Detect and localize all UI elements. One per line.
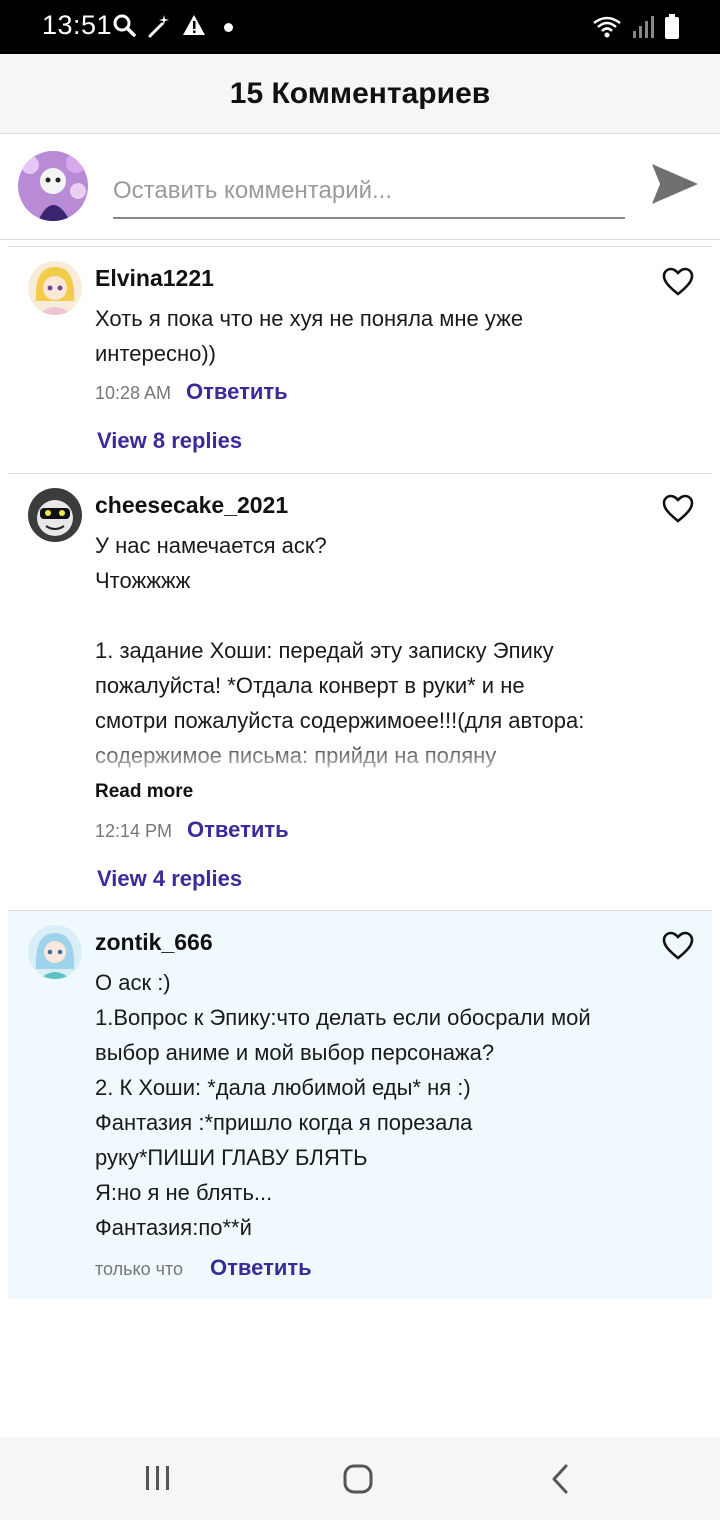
heart-icon[interactable] <box>662 931 694 965</box>
reply-button[interactable]: Ответить <box>186 379 288 405</box>
current-user-avatar <box>18 151 88 221</box>
like-button[interactable] <box>662 494 694 524</box>
send-icon[interactable] <box>648 164 702 216</box>
avatar[interactable] <box>28 488 82 542</box>
view-replies-link[interactable]: View 4 replies <box>97 866 242 892</box>
comment-item: Elvina1221 Хоть я пока что не хуя не пон… <box>8 247 712 473</box>
comment-text: О аск :) 1.Вопрос к Эпику:что делать есл… <box>95 970 591 1240</box>
page-title: 15 Комментариев <box>229 76 491 110</box>
reply-button[interactable]: Ответить <box>210 1255 312 1281</box>
send-button[interactable] <box>648 158 702 217</box>
view-replies-link[interactable]: View 8 replies <box>97 428 242 454</box>
home-icon[interactable] <box>342 1464 374 1499</box>
like-button[interactable] <box>662 931 694 961</box>
back-icon[interactable] <box>548 1464 572 1499</box>
back-button[interactable] <box>548 1463 572 1500</box>
alert-icon <box>182 14 206 41</box>
magic-wand-icon <box>146 12 172 43</box>
comment-username[interactable]: cheesecake_2021 <box>95 492 288 519</box>
comment-username[interactable]: zontik_666 <box>95 929 213 956</box>
wifi-icon <box>592 15 622 44</box>
status-time: 13:51 <box>42 10 113 40</box>
comment-text: У нас намечается аск? Чтожжжж 1. задание… <box>95 533 585 768</box>
home-button[interactable] <box>342 1463 374 1500</box>
like-button[interactable] <box>662 267 694 297</box>
battery-icon <box>664 14 680 45</box>
system-navigation-bar <box>0 1437 720 1520</box>
recents-icon[interactable] <box>143 1466 173 1497</box>
comment-text: Хоть я пока что не хуя не поняла мне уже… <box>95 306 524 366</box>
search-icon <box>112 13 136 42</box>
signal-icon <box>632 15 654 44</box>
comment-timestamp: 10:28 AM <box>95 383 172 403</box>
read-more-link[interactable]: Read more <box>95 781 193 803</box>
comment-timestamp: 12:14 PM <box>95 821 173 841</box>
comment-compose-bar <box>0 134 720 240</box>
notification-dot <box>224 23 233 32</box>
avatar[interactable] <box>28 925 82 979</box>
comment-username[interactable]: Elvina1221 <box>95 265 214 292</box>
recents-button[interactable] <box>143 1463 173 1498</box>
comments-header: 15 Комментариев <box>0 54 720 134</box>
comment-item: zontik_666 О аск :) 1.Вопрос к Эпику:что… <box>8 911 712 1299</box>
heart-icon[interactable] <box>662 494 694 528</box>
avatar[interactable] <box>28 261 82 315</box>
status-bar: 13:51 <box>0 0 720 54</box>
reply-button[interactable]: Ответить <box>187 817 289 843</box>
comment-timestamp: только что <box>95 1259 184 1279</box>
heart-icon[interactable] <box>662 267 694 301</box>
text-fade <box>95 738 675 773</box>
comment-item: cheesecake_2021 У нас намечается аск? Чт… <box>8 474 712 910</box>
comment-input[interactable] <box>113 164 625 219</box>
